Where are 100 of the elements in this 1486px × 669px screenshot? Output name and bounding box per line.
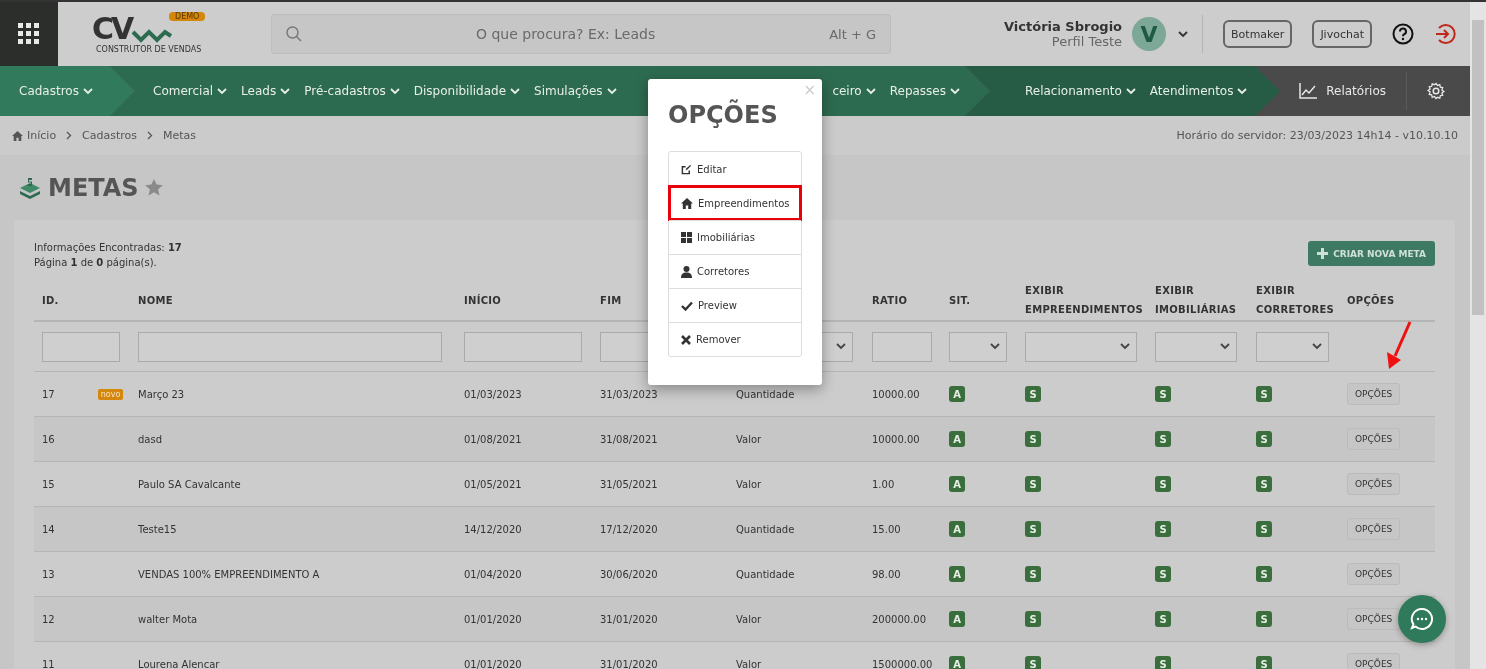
table-cell: 13 <box>42 568 55 580</box>
table-cell-text: 1.00 <box>871 478 896 490</box>
chevron-down-icon <box>1237 87 1248 95</box>
search-placeholder: O que procura? Ex: Leads <box>474 26 657 42</box>
filter-select[interactable] <box>1256 331 1329 362</box>
status-badge: A <box>949 566 965 582</box>
breadcrumb-link[interactable]: Início <box>12 129 57 142</box>
nav-item[interactable]: Simulações <box>534 84 617 98</box>
table-cell-text: Valor <box>735 478 763 490</box>
nav-item[interactable]: Pré-cadastros <box>304 84 400 98</box>
filter-field[interactable] <box>138 331 442 362</box>
status-badge: S <box>1155 476 1171 492</box>
table-cell: 12 <box>42 613 55 625</box>
user-icon <box>681 265 692 278</box>
table-cell-text: 31/05/2021 <box>599 478 659 490</box>
table-cell-text: Quantidade <box>735 388 796 400</box>
nav-item[interactable]: Cadastros <box>19 84 93 98</box>
option-item[interactable]: Editar <box>669 152 801 186</box>
table-cell-text: 200000.00 <box>871 613 928 625</box>
logo-letters: CV <box>92 14 132 44</box>
table-cell-text: Valor <box>735 433 763 445</box>
options-button[interactable]: OPÇÕES <box>1347 428 1401 450</box>
server-time: Horário do servidor: 23/03/2023 14h14 - v10.10.10 <box>1176 129 1458 142</box>
help-icon[interactable] <box>1392 23 1414 45</box>
table-cell-text: 31/01/2020 <box>599 613 659 625</box>
options-button[interactable]: OPÇÕES <box>1347 563 1401 585</box>
star-icon[interactable] <box>144 179 163 196</box>
table-cell-text: Março 23 <box>137 388 186 400</box>
option-item[interactable]: Empreendimentos <box>669 186 801 220</box>
filter-field[interactable] <box>42 331 120 362</box>
table-cell: 14 <box>42 523 55 535</box>
nav-item[interactable]: Atendimentos <box>1149 84 1248 98</box>
option-item[interactable]: Preview <box>669 288 801 322</box>
options-button[interactable]: OPÇÕES <box>1347 473 1401 495</box>
option-item[interactable]: Corretores <box>669 254 801 288</box>
options-button[interactable]: OPÇÕES <box>1347 608 1401 630</box>
table-cell-text: walter Mota <box>137 613 199 625</box>
nav-item[interactable]: Comercial <box>153 84 228 98</box>
demo-badge: DEMO <box>169 12 206 21</box>
table-cell-text: 01/05/2021 <box>463 478 523 490</box>
chevron-down-icon <box>990 343 1000 350</box>
chevron-down-icon <box>606 87 617 95</box>
nav-item[interactable]: Leads <box>241 84 291 98</box>
table-cell-text: 10000.00 <box>871 388 921 400</box>
table-cell-text: 01/08/2021 <box>463 433 523 445</box>
status-badge: S <box>1256 566 1272 582</box>
options-button[interactable]: OPÇÕES <box>1347 518 1401 540</box>
create-goal-button[interactable]: CRIAR NOVA META <box>1308 241 1435 266</box>
status-badge: S <box>1025 521 1041 537</box>
results-summary: Página 1 de 0 página(s). <box>34 256 158 270</box>
status-badge: S <box>1256 521 1272 537</box>
table-cell-text: 01/01/2020 <box>463 613 523 625</box>
status-badge: A <box>949 656 965 669</box>
option-item[interactable]: Remover <box>669 322 801 356</box>
filter-select[interactable] <box>949 331 1007 362</box>
table-cell: 16 <box>42 433 55 445</box>
options-button[interactable]: OPÇÕES <box>1347 653 1401 669</box>
nav-item[interactable]: Disponibilidade <box>413 84 521 98</box>
scrollbar[interactable] <box>1470 2 1486 669</box>
table-cell-text: Quantidade <box>735 568 796 580</box>
column-header: EXIBIR CORRETORES <box>1256 284 1336 317</box>
filter-field[interactable] <box>872 331 932 362</box>
settings-icon[interactable] <box>1427 82 1445 100</box>
filter-select[interactable] <box>1025 331 1137 362</box>
status-badge: S <box>1025 566 1041 582</box>
home-icon <box>12 130 23 141</box>
chevron-right-icon <box>66 131 73 140</box>
status-badge: S <box>1025 431 1041 447</box>
nav-item[interactable]: ceiro <box>832 84 876 98</box>
filter-select[interactable] <box>1155 331 1237 362</box>
logout-icon[interactable] <box>1434 23 1456 45</box>
status-badge: A <box>949 521 965 537</box>
nav-item[interactable]: Relacionamento <box>1025 84 1136 98</box>
shortcut-hint: Alt + G <box>829 26 876 42</box>
table-cell-text: dasd <box>137 433 164 445</box>
reports-link[interactable]: Relatórios <box>1299 83 1386 99</box>
table-cell-text: VENDAS 100% EMPREENDIMENTO A <box>137 568 321 580</box>
filter-field[interactable] <box>464 331 582 362</box>
option-item[interactable]: Imobiliárias <box>669 220 801 254</box>
dialog-title: OPÇÕES <box>668 101 779 131</box>
table-cell-text: 98.00 <box>871 568 902 580</box>
breadcrumb-link[interactable]: Metas <box>163 129 197 142</box>
breadcrumb-link[interactable]: Cadastros <box>82 129 138 142</box>
chat-bubble-icon <box>1410 607 1434 631</box>
table-cell-text: 01/04/2020 <box>463 568 523 580</box>
table-cell: 15 <box>42 478 55 490</box>
check-icon <box>681 300 693 311</box>
status-badge: S <box>1155 656 1171 669</box>
integration-button[interactable]: Botmaker <box>1223 20 1293 48</box>
status-badge: A <box>949 611 965 627</box>
options-button[interactable]: OPÇÕES <box>1347 383 1401 405</box>
table-cell-text: 17/12/2020 <box>599 523 659 535</box>
status-badge: S <box>1155 386 1171 402</box>
integration-button[interactable]: Jivochat <box>1312 20 1372 48</box>
column-header: FIM <box>600 293 622 308</box>
chevron-down-icon <box>217 87 228 95</box>
money-stack-icon <box>18 176 42 199</box>
apps-menu-button[interactable] <box>0 2 58 66</box>
table-cell: 17 <box>42 388 55 400</box>
nav-item[interactable]: Repasses <box>889 84 960 98</box>
